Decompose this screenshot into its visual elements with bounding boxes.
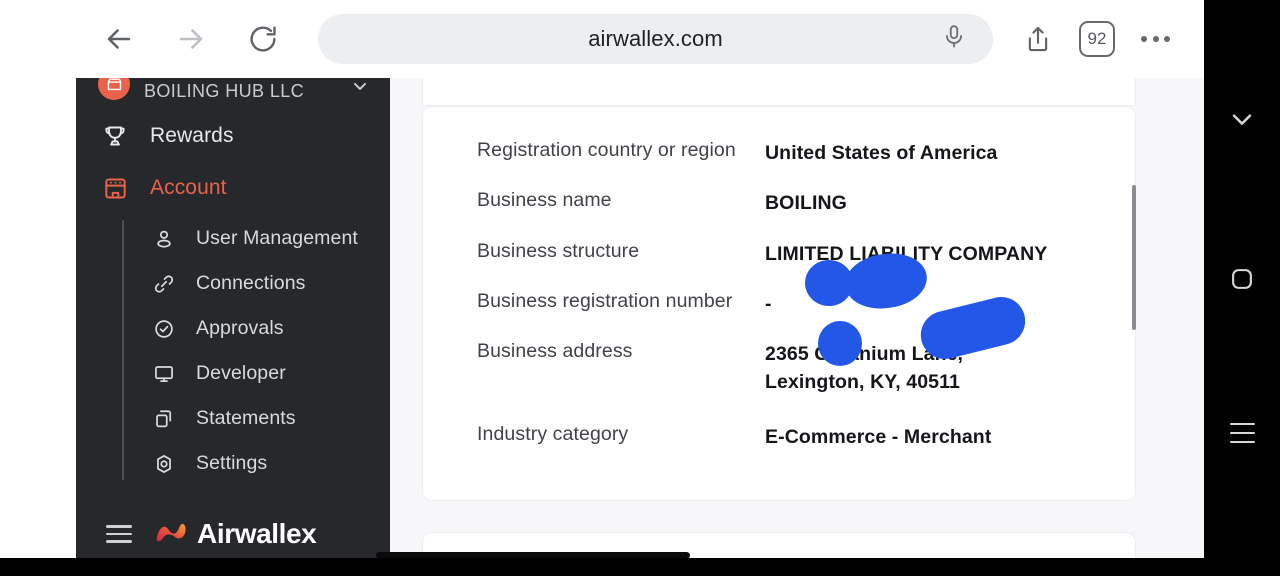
chevron-down-icon [1232, 114, 1252, 125]
sidebar-item-rewards[interactable]: Rewards [76, 110, 390, 162]
detail-value: BOILING [765, 192, 847, 215]
home-square-icon [1232, 269, 1252, 289]
system-home-button[interactable] [1204, 265, 1280, 293]
detail-row: Business name BOILING [477, 189, 1135, 217]
detail-value: E-Commerce - Merchant [765, 425, 992, 448]
detail-row: Registration country or region United St… [477, 139, 1135, 167]
menu-dot [1141, 36, 1147, 42]
system-recents-button[interactable] [1204, 423, 1280, 444]
detail-row: Business registration number - [477, 290, 1135, 318]
detail-key: Business structure [477, 239, 640, 262]
account-switcher-label: BOILING HUB LLC [144, 80, 305, 101]
detail-value: - [765, 292, 772, 315]
arrow-left-icon [107, 29, 131, 49]
sidebar-subnav: User Management Connections Approvals De… [76, 216, 390, 486]
address-bar-url: airwallex.com [588, 26, 723, 51]
system-navigation-bar [1204, 0, 1280, 576]
check-circle-icon [152, 317, 176, 341]
sidebar-subitem-label: Approvals [196, 317, 284, 339]
documents-icon [152, 407, 176, 431]
monitor-icon [152, 362, 176, 386]
browser-menu-button[interactable] [1129, 36, 1182, 42]
sidebar-item-account[interactable]: Account [76, 162, 390, 214]
reload-icon [250, 26, 276, 52]
main-content: Registration country or region United St… [390, 78, 1204, 558]
card-header-section [422, 78, 1136, 106]
storefront-icon [102, 175, 128, 201]
app-sidebar: BOILING HUB LLC Rewards Account User Man… [76, 78, 390, 558]
detail-key: Registration country or region [477, 139, 736, 161]
screen: airwallex.com 92 BOILING HUB LLC Rewards… [0, 0, 1280, 576]
chevron-down-icon [350, 78, 370, 101]
detail-key: Business registration number [477, 289, 733, 312]
trophy-icon [102, 123, 128, 149]
store-avatar-icon [98, 78, 130, 100]
recents-lines-icon [1229, 423, 1255, 444]
sidebar-item-settings[interactable]: Settings [124, 441, 390, 486]
detail-key: Business name [477, 189, 612, 212]
menu-dot [1164, 36, 1170, 42]
sidebar-subitem-label: Connections [196, 272, 306, 294]
page-viewport: BOILING HUB LLC Rewards Account User Man… [0, 78, 1204, 558]
sidebar-item-statements[interactable]: Statements [124, 396, 390, 441]
sidebar-subitem-label: Developer [196, 362, 286, 384]
detail-row: Industry category E-Commerce - Merchant [477, 423, 1135, 451]
airwallex-logo-icon [154, 519, 188, 550]
menu-dot [1152, 36, 1159, 42]
sidebar-item-label: Account [150, 176, 227, 199]
sidebar-subitem-label: Statements [196, 407, 296, 429]
airwallex-brand: Airwallex [154, 518, 317, 550]
gear-icon [152, 452, 176, 476]
detail-row: Business structure LIMITED LIABILITY COM… [477, 240, 1135, 268]
sidebar-item-approvals[interactable]: Approvals [124, 306, 390, 351]
share-button[interactable] [1011, 12, 1065, 66]
detail-key: Business address [477, 340, 633, 363]
sidebar-item-user-management[interactable]: User Management [124, 216, 390, 261]
redaction-mark [818, 321, 862, 366]
account-switcher[interactable]: BOILING HUB LLC [76, 78, 390, 110]
address-bar[interactable]: airwallex.com [318, 14, 993, 64]
detail-value: 2365 Geranium Lane, Lexington, KY, 40511 [765, 343, 964, 394]
forward-button[interactable] [164, 12, 218, 66]
back-button[interactable] [92, 12, 146, 66]
person-icon [152, 227, 176, 251]
detail-row: Business address 2365 Geranium Lane, Lex… [477, 340, 1135, 397]
bottom-black-bar [0, 558, 1204, 576]
page-scrollbar-thumb[interactable] [1132, 185, 1136, 330]
sidebar-item-label: Rewards [150, 124, 234, 147]
sidebar-subitem-label: Settings [196, 452, 268, 474]
arrow-right-icon [179, 29, 203, 49]
sidebar-item-developer[interactable]: Developer [124, 351, 390, 396]
tab-count-value: 92 [1087, 29, 1107, 48]
browser-toolbar: airwallex.com 92 [0, 0, 1204, 78]
sidebar-subitem-label: User Management [196, 227, 358, 249]
reload-button[interactable] [236, 12, 290, 66]
business-details-list: Registration country or region United St… [423, 107, 1135, 451]
sidebar-footer: Airwallex [76, 518, 390, 550]
detail-value: United States of America [765, 142, 998, 164]
airwallex-brand-name: Airwallex [197, 518, 317, 549]
hamburger-icon[interactable] [106, 525, 132, 543]
microphone-icon[interactable] [941, 24, 967, 55]
tab-count-button[interactable]: 92 [1079, 21, 1115, 57]
detail-key: Industry category [477, 422, 629, 445]
share-icon [1028, 26, 1048, 52]
sidebar-item-connections[interactable]: Connections [124, 261, 390, 306]
system-back-button[interactable] [1204, 103, 1280, 135]
link-icon [152, 272, 176, 296]
business-details-card: Registration country or region United St… [422, 106, 1136, 501]
toolbar-right-controls: 92 [1011, 12, 1182, 66]
